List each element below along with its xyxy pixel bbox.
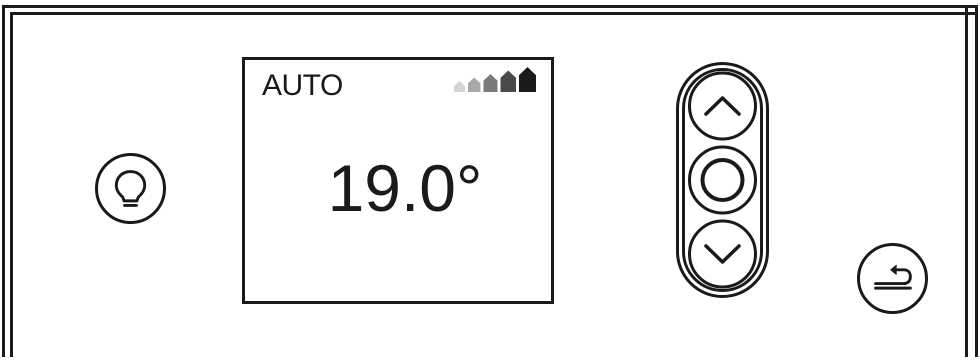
panel-frame-edge-outer	[975, 5, 978, 357]
signal-bar	[483, 74, 498, 92]
signal-bar	[468, 77, 481, 92]
signal-strength-icon	[454, 67, 536, 92]
panel-frame-edge	[965, 5, 968, 357]
lcd-display: AUTO 19.0°	[242, 57, 554, 304]
navigation-rocker	[676, 62, 769, 298]
lightbulb-icon	[114, 170, 147, 207]
signal-bar	[519, 67, 536, 92]
mode-label: AUTO	[262, 69, 343, 102]
thermostat-panel: AUTO 19.0°	[0, 0, 980, 361]
temperature-readout: 19.0°	[327, 151, 483, 225]
light-button[interactable]	[95, 153, 166, 224]
return-arrow-icon	[874, 264, 912, 290]
up-button[interactable]	[676, 62, 769, 140]
down-button[interactable]	[676, 220, 769, 298]
ok-button[interactable]	[676, 141, 769, 219]
back-button[interactable]	[857, 243, 928, 314]
signal-bar	[454, 81, 465, 92]
signal-bar	[500, 70, 516, 92]
